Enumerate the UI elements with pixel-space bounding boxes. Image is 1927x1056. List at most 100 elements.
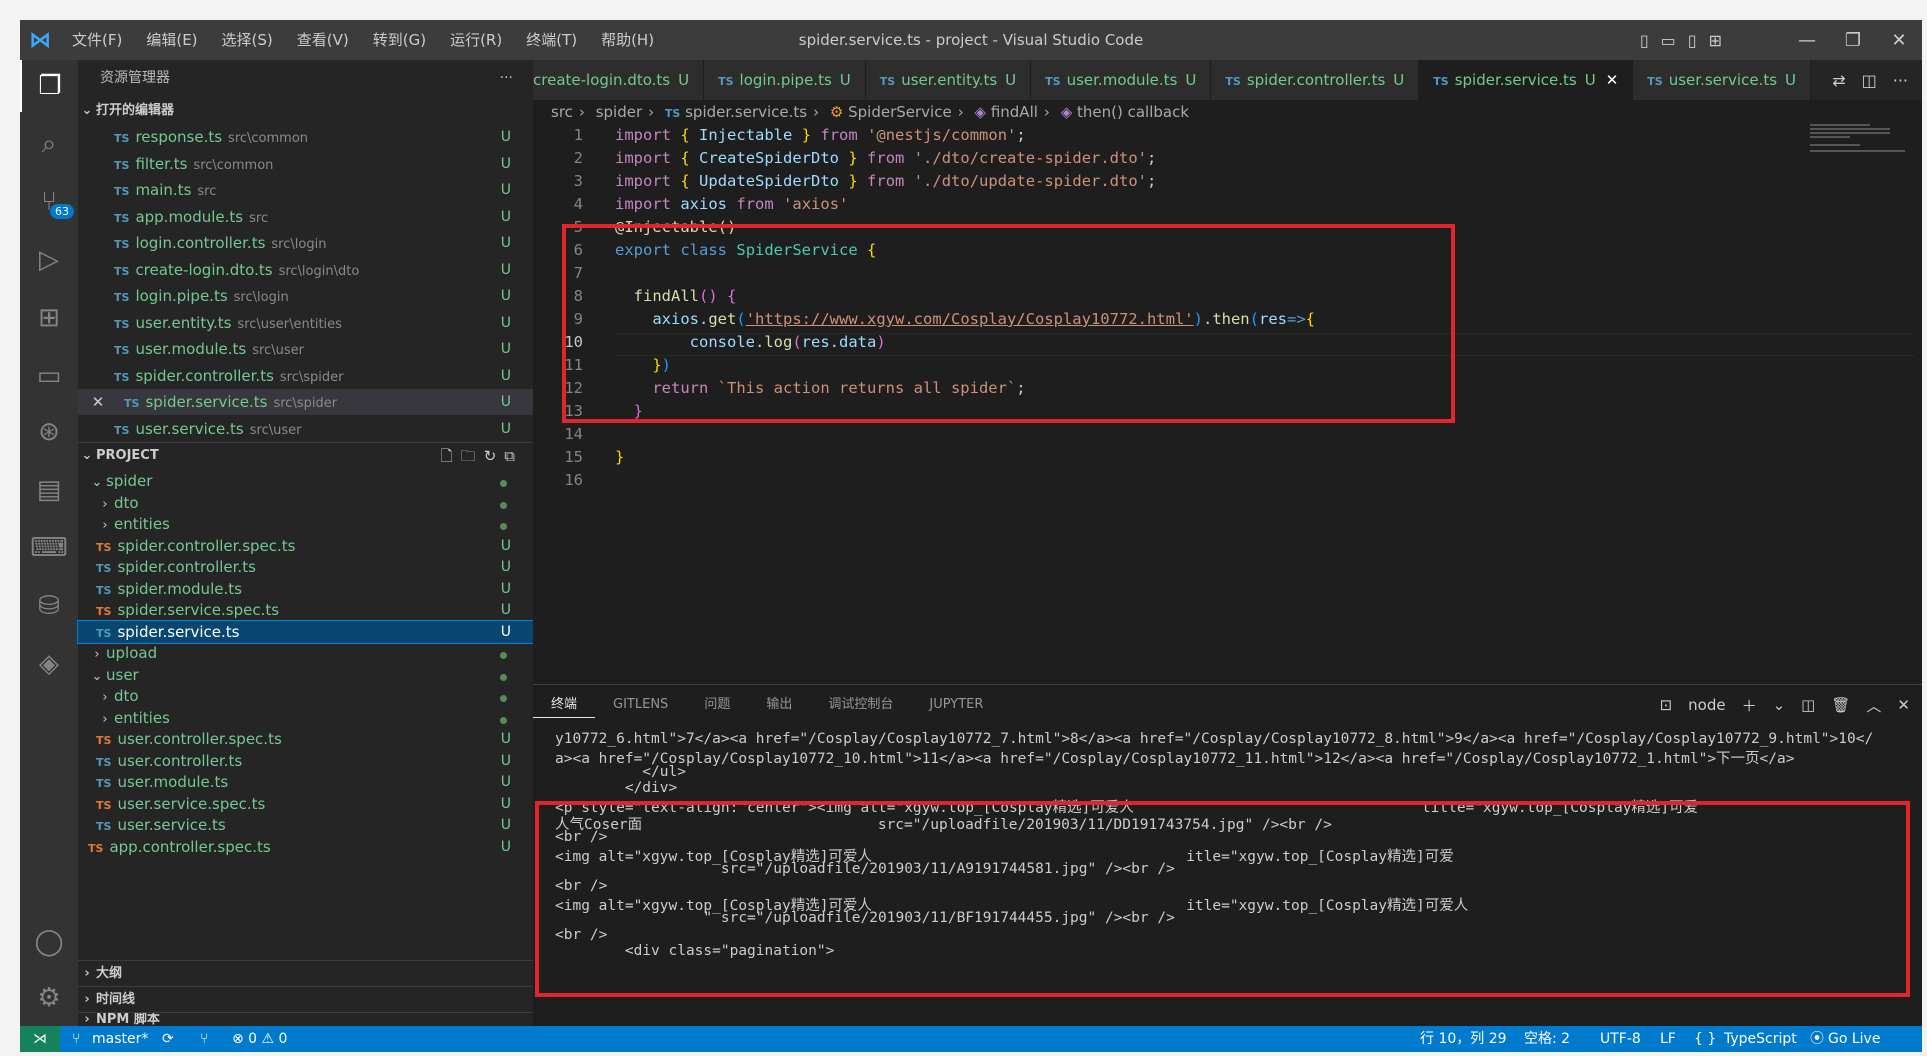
new-terminal-icon[interactable]: ＋ [1742, 695, 1757, 716]
split-editor-icon[interactable]: ◫ [1862, 71, 1877, 90]
source-control-icon[interactable]: ⑂ 63 [20, 176, 78, 228]
tab-spider-service[interactable]: TS spider.service.ts U ✕ [1419, 60, 1634, 100]
terminal-icon[interactable]: ⌨ [20, 522, 78, 574]
close-window-icon[interactable]: ✕ [1876, 30, 1922, 51]
minimize-icon[interactable]: — [1784, 30, 1830, 51]
problems-count[interactable]: ⊗ 0 ⚠ 0 [232, 1026, 287, 1052]
layers-icon[interactable]: ◈ [20, 638, 78, 690]
tree-file[interactable]: TS spider.service.ts U [77, 619, 534, 644]
close-tab-icon[interactable]: ✕ [1606, 71, 1619, 89]
tab-login-pipe[interactable]: TS login.pipe.ts U [704, 60, 866, 100]
collapse-all-icon[interactable]: ⧉ [504, 447, 523, 465]
database-icon[interactable]: ⛁ [20, 580, 78, 632]
tree-folder[interactable]: › dto [78, 685, 533, 707]
tab-user-module[interactable]: TS user.module.ts U [1031, 60, 1212, 100]
toggle-secondary-sidebar-icon[interactable]: ▯ [1688, 31, 1697, 50]
encoding[interactable]: UTF-8 [1600, 1026, 1641, 1052]
toggle-sidebar-icon[interactable]: ▯ [1640, 31, 1649, 50]
git-graph-icon[interactable]: ⊛ [20, 406, 78, 458]
menu-terminal[interactable]: 终端(T) [514, 20, 589, 60]
tab-output[interactable]: 输出 [748, 685, 810, 725]
toggle-panel-icon[interactable]: ▭ [1661, 31, 1676, 50]
account-icon[interactable]: ◯ [20, 916, 78, 968]
go-live-button[interactable]: Go Live [1828, 1026, 1880, 1052]
gitlens-icon[interactable]: ⑂ [200, 1026, 208, 1052]
extensions-icon[interactable]: ⊞ [20, 292, 78, 344]
timeline-header[interactable]: › 时间线 [78, 986, 533, 1012]
split-terminal-icon[interactable]: ◫ [1801, 696, 1815, 714]
tab-user-entity[interactable]: TS user.entity.ts U [865, 60, 1032, 100]
tree-file[interactable]: TS app.controller.spec.ts U [78, 836, 533, 858]
indentation[interactable]: 空格: 2 [1524, 1026, 1570, 1052]
tree-file[interactable]: TS user.service.spec.ts U [78, 793, 533, 815]
search-icon[interactable]: ⌕ [20, 118, 78, 170]
close-editor-icon[interactable]: ✕ [78, 389, 116, 415]
open-editor-item[interactable]: TS spider.controller.ts src\spider U [78, 363, 533, 389]
open-editors-header[interactable]: ⌄ 打开的编辑器 [78, 98, 533, 124]
open-editor-item[interactable]: TS user.module.ts src\user U [78, 336, 533, 362]
compare-changes-icon[interactable]: ⇄ [1832, 71, 1845, 90]
terminal-shell-name[interactable]: node [1688, 696, 1725, 714]
outline-header[interactable]: › 大纲 [78, 960, 533, 986]
explorer-icon[interactable]: ❐ [20, 60, 78, 112]
sync-icon[interactable]: ⟳ [162, 1026, 174, 1052]
run-debug-icon[interactable]: ▷ [20, 234, 78, 286]
tree-folder[interactable]: ⌄ user [78, 664, 533, 686]
open-editor-item[interactable]: TS user.service.ts src\user U [78, 416, 533, 442]
docker-icon[interactable]: ▤ [20, 464, 78, 516]
npm-scripts-header[interactable]: › NPM 脚本 [78, 1012, 533, 1026]
cursor-position[interactable]: 行 10，列 29 [1420, 1026, 1507, 1052]
tree-file[interactable]: TS spider.controller.ts U [78, 556, 533, 578]
tab-terminal[interactable]: 终端 [533, 693, 596, 718]
tab-create-login-dto[interactable]: create-login.dto.ts U [533, 60, 705, 100]
more-actions-icon[interactable]: ··· [1893, 71, 1908, 90]
tree-folder[interactable]: › entities [78, 707, 533, 729]
tree-file[interactable]: TS user.controller.spec.ts U [78, 728, 533, 750]
more-actions-icon[interactable]: ··· [500, 60, 513, 96]
breadcrumb-class[interactable]: SpiderService [848, 103, 952, 121]
remote-indicator-icon[interactable]: ⋊ [20, 1026, 60, 1052]
tree-folder[interactable]: › entities [78, 513, 533, 535]
open-editor-item[interactable]: TS app.module.ts src U [78, 204, 533, 230]
tree-folder[interactable]: › upload [78, 642, 533, 664]
chevron-down-icon[interactable]: ⌄ [1773, 696, 1786, 714]
menu-run[interactable]: 运行(R) [438, 20, 514, 60]
menu-selection[interactable]: 选择(S) [210, 20, 285, 60]
branch-name[interactable]: master* [92, 1026, 148, 1052]
customize-layout-icon[interactable]: ⊞ [1709, 31, 1722, 50]
open-editor-item[interactable]: TS user.entity.ts src\user\entities U [78, 310, 533, 336]
breadcrumb-method[interactable]: findAll [991, 103, 1038, 121]
vscode-logo-icon[interactable]: ⋈ [20, 20, 60, 60]
tab-jupyter[interactable]: JUPYTER [911, 685, 1001, 725]
maximize-panel-icon[interactable]: ︿ [1866, 695, 1881, 716]
breadcrumb-file[interactable]: spider.service.ts [685, 103, 807, 121]
open-editor-item[interactable]: ✕ TS spider.service.ts src\spider U [78, 389, 533, 415]
tab-gitlens[interactable]: GITLENS [595, 685, 686, 725]
tree-file[interactable]: TS spider.module.ts U [78, 578, 533, 600]
tree-file[interactable]: TS user.module.ts U [78, 771, 533, 793]
settings-gear-icon[interactable]: ⚙ [20, 972, 78, 1024]
trash-icon[interactable]: 🗑 [1831, 696, 1850, 714]
tab-user-service[interactable]: TS user.service.ts U [1633, 60, 1812, 100]
open-editor-item[interactable]: TS filter.ts src\common U [78, 151, 533, 177]
open-editor-item[interactable]: TS login.pipe.ts src\login U [78, 283, 533, 309]
new-folder-icon[interactable]: 🗀 [461, 447, 484, 465]
tree-file[interactable]: TS spider.controller.spec.ts U [78, 535, 533, 557]
menu-go[interactable]: 转到(G) [361, 20, 438, 60]
line-ending[interactable]: LF [1660, 1026, 1676, 1052]
tree-folder[interactable]: ⌄ spider [78, 470, 533, 492]
breadcrumb-spider[interactable]: spider [596, 103, 642, 121]
restore-icon[interactable]: ❐ [1830, 30, 1876, 51]
close-panel-icon[interactable]: ✕ [1897, 696, 1910, 714]
menu-help[interactable]: 帮助(H) [589, 20, 666, 60]
new-file-icon[interactable]: 🗋 [441, 447, 461, 465]
open-editor-item[interactable]: TS response.ts src\common U [78, 124, 533, 150]
language-mode[interactable]: TypeScript [1724, 1026, 1797, 1052]
tree-folder[interactable]: › dto [78, 492, 533, 514]
tree-file[interactable]: TS user.controller.ts U [78, 750, 533, 772]
minimap[interactable] [1810, 124, 1910, 164]
menu-file[interactable]: 文件(F) [60, 20, 134, 60]
tree-file[interactable]: TS user.service.ts U [78, 814, 533, 836]
open-editor-item[interactable]: TS login.controller.ts src\login U [78, 230, 533, 256]
breadcrumb-src[interactable]: src [551, 103, 573, 121]
